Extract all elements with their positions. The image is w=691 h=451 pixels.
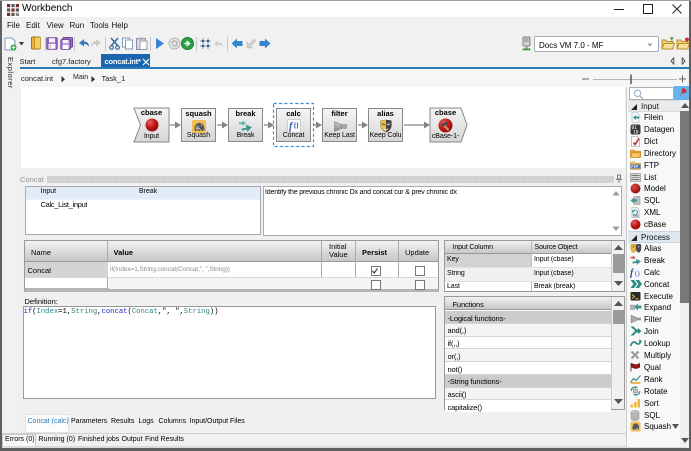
svg-text:FTP: FTP <box>631 164 638 168</box>
svg-text:10: 10 <box>633 129 639 135</box>
svg-text:xml: xml <box>633 214 639 218</box>
svg-text:(): () <box>635 269 640 277</box>
